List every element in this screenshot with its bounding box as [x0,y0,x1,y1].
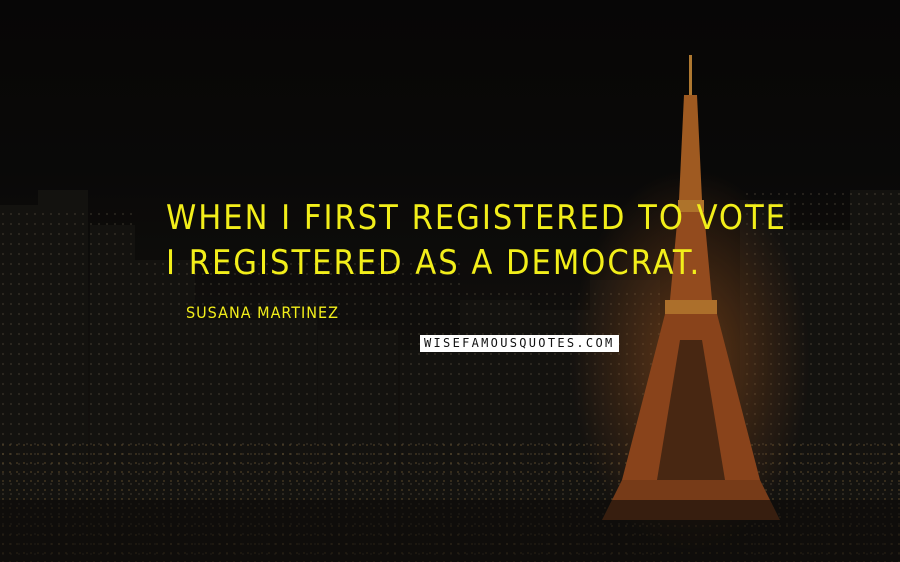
quote-card: When I first registered to vote I regist… [0,0,900,562]
site-watermark: wisefamousquotes.com [420,335,619,352]
quote-text: When I first registered to vote I regist… [166,198,787,283]
quote-author: Susana Martinez [186,303,339,322]
